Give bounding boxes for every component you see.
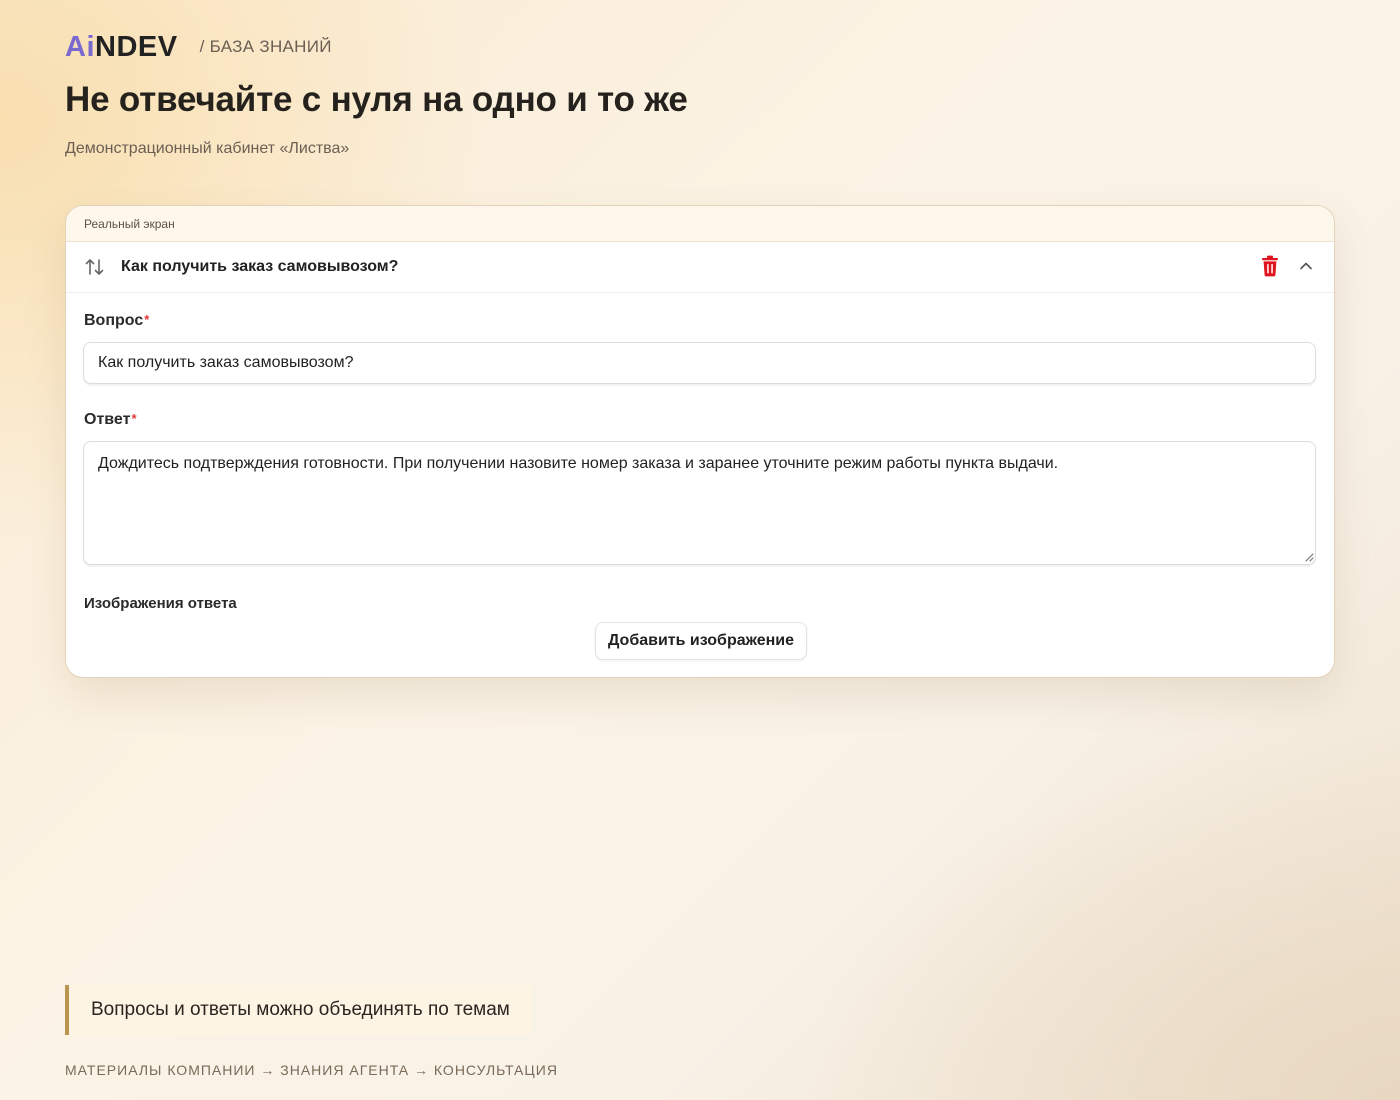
card-label: Реальный экран [66, 206, 1334, 242]
resize-handle-icon[interactable] [1304, 552, 1314, 562]
knowledge-item-card: Реальный экран Как получить заказ самовы… [65, 205, 1335, 678]
info-callout: Вопросы и ответы можно объединять по тем… [65, 985, 532, 1035]
chevron-up-icon[interactable] [1298, 258, 1314, 274]
process-flow: МАТЕРИАЛЫ КОМПАНИИ → ЗНАНИЯ АГЕНТА → КОН… [65, 1062, 558, 1078]
sort-arrows-icon[interactable] [84, 256, 106, 278]
required-mark: * [144, 312, 150, 327]
answer-textarea[interactable]: Дождитесь подтверждения готовности. При … [83, 441, 1316, 565]
page-subtitle: Демонстрационный кабинет «Листва» [65, 140, 350, 157]
header: AiNDEV / БАЗА ЗНАНИЙ [65, 31, 332, 63]
add-image-button[interactable]: Добавить изображение [595, 622, 807, 660]
logo-ai: Ai [65, 31, 95, 63]
brand-logo[interactable]: AiNDEV [65, 31, 178, 63]
question-label: Вопрос* [84, 312, 149, 330]
question-input[interactable] [83, 342, 1316, 384]
breadcrumb: / БАЗА ЗНАНИЙ [199, 37, 332, 56]
answer-label: Ответ* [84, 411, 137, 429]
item-header[interactable]: Как получить заказ самовывозом? [66, 242, 1334, 293]
answer-images-label: Изображения ответа [84, 595, 237, 612]
item-title: Как получить заказ самовывозом? [121, 258, 399, 275]
required-mark: * [131, 411, 137, 426]
answer-label-text: Ответ [84, 411, 131, 428]
logo-rest: NDEV [95, 31, 178, 63]
trash-icon[interactable] [1261, 255, 1279, 277]
page-title: Не отвечайте с нуля на одно и то же [65, 80, 688, 119]
question-label-text: Вопрос [84, 312, 144, 329]
